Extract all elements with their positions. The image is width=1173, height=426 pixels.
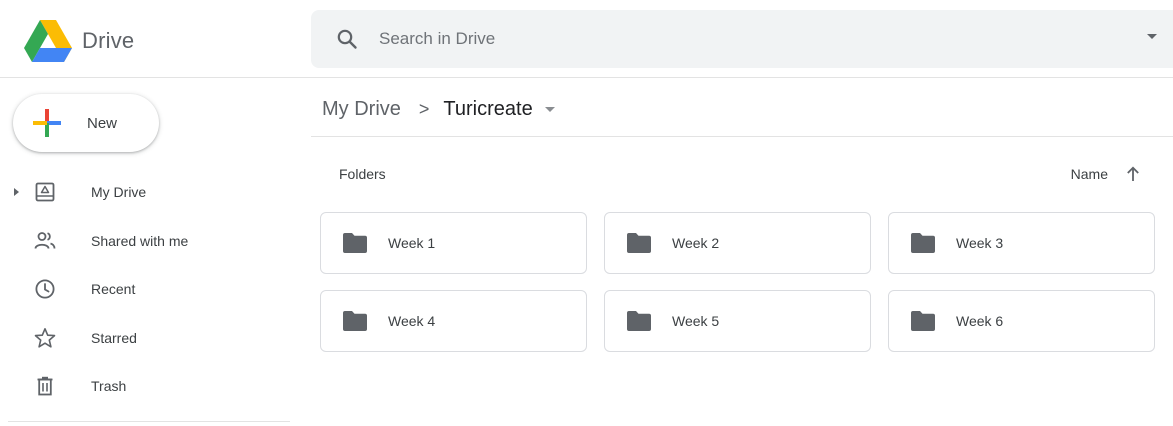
folder-icon bbox=[911, 311, 935, 331]
trash-icon bbox=[37, 377, 53, 396]
drive-logo[interactable]: Drive bbox=[24, 20, 134, 62]
search-bar[interactable] bbox=[311, 10, 1173, 68]
new-button[interactable]: New bbox=[13, 94, 159, 152]
breadcrumb-separator: > bbox=[418, 98, 430, 119]
search-options-dropdown-icon[interactable] bbox=[1147, 34, 1157, 39]
folder-card[interactable]: Week 2 bbox=[604, 212, 871, 274]
folder-card[interactable]: Week 3 bbox=[888, 212, 1155, 274]
new-button-label: New bbox=[87, 114, 118, 132]
folder-icon bbox=[627, 233, 651, 253]
arrow-up-icon[interactable] bbox=[1124, 165, 1142, 183]
folder-card[interactable]: Week 5 bbox=[604, 290, 871, 352]
sidebar-item-label: My Drive bbox=[91, 184, 147, 201]
drive-app: Drive New My Drive bbox=[0, 0, 1173, 426]
expand-arrow-icon[interactable] bbox=[14, 188, 19, 197]
folder-icon bbox=[343, 311, 367, 331]
search-input[interactable] bbox=[379, 24, 1099, 54]
shared-icon bbox=[34, 231, 56, 249]
sidebar-item-my-drive[interactable]: My Drive bbox=[0, 168, 290, 217]
main-divider bbox=[311, 136, 1173, 137]
folder-icon bbox=[627, 311, 651, 331]
folder-card[interactable]: Week 4 bbox=[320, 290, 587, 352]
drive-logo-icon bbox=[24, 20, 72, 62]
folder-card[interactable]: Week 6 bbox=[888, 290, 1155, 352]
sidebar-item-trash[interactable]: Trash bbox=[0, 362, 290, 411]
app-name: Drive bbox=[82, 28, 135, 53]
search-icon[interactable] bbox=[335, 27, 359, 51]
sidebar-item-label: Starred bbox=[91, 329, 137, 346]
folders-section-title: Folders bbox=[339, 166, 386, 182]
sidebar-item-recent[interactable]: Recent bbox=[0, 265, 290, 314]
breadcrumb: My Drive > Turicreate bbox=[322, 94, 555, 124]
my-drive-icon bbox=[35, 182, 55, 202]
folder-name: Week 2 bbox=[672, 235, 720, 251]
folder-icon bbox=[343, 233, 367, 253]
sidebar-divider bbox=[8, 421, 290, 422]
sidebar-item-shared-with-me[interactable]: Shared with me bbox=[0, 217, 290, 266]
sort-label[interactable]: Name bbox=[1071, 166, 1108, 182]
folder-name: Week 1 bbox=[388, 235, 436, 251]
folder-name: Week 6 bbox=[956, 313, 1004, 329]
sidebar-item-label: Shared with me bbox=[91, 232, 189, 249]
folder-name: Week 4 bbox=[388, 313, 436, 329]
sidebar-nav: My Drive Shared with me Recent Starred T… bbox=[0, 168, 290, 411]
folder-name: Week 3 bbox=[956, 235, 1004, 251]
folder-card[interactable]: Week 1 bbox=[320, 212, 587, 274]
sort-control[interactable]: Name bbox=[1071, 165, 1142, 183]
breadcrumb-root[interactable]: My Drive bbox=[322, 98, 401, 121]
sidebar-item-starred[interactable]: Starred bbox=[0, 314, 290, 363]
sidebar-item-label: Recent bbox=[91, 281, 136, 298]
folder-menu-dropdown-icon[interactable] bbox=[544, 106, 555, 112]
plus-icon bbox=[33, 109, 61, 137]
sidebar-item-label: Trash bbox=[91, 378, 127, 395]
star-icon bbox=[34, 327, 56, 348]
breadcrumb-current-folder[interactable]: Turicreate bbox=[443, 98, 532, 121]
folder-icon bbox=[911, 233, 935, 253]
header: Drive bbox=[0, 0, 1173, 78]
clock-icon bbox=[35, 279, 55, 299]
folder-name: Week 5 bbox=[672, 313, 720, 329]
